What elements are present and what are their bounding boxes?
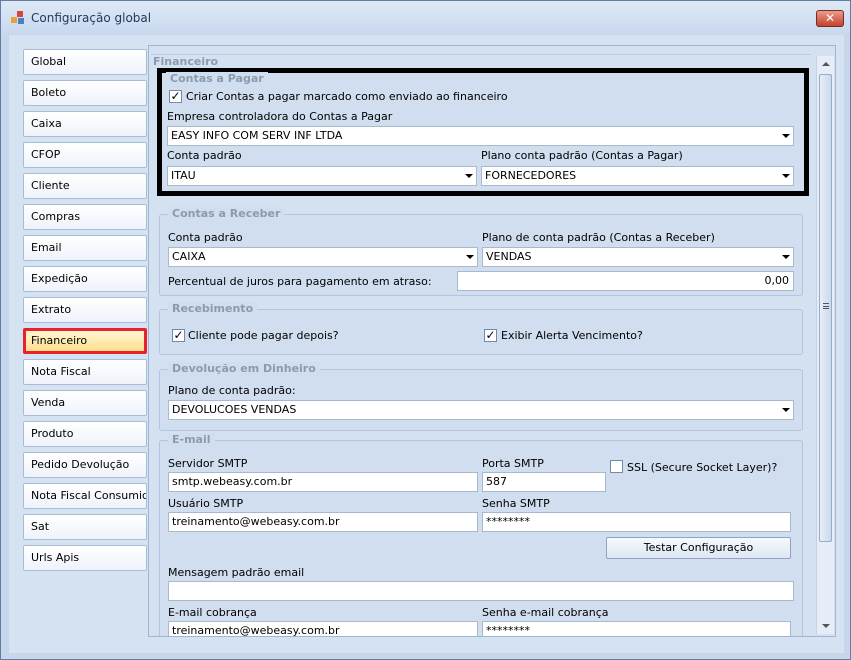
nav-item-produto[interactable]: Produto	[23, 421, 147, 447]
senha-cobranca-input[interactable]: ********	[482, 621, 791, 636]
plano-devolucao-dropdown[interactable]: DEVOLUCOES VENDAS	[168, 400, 794, 420]
alerta-vencimento-label: Exibir Alerta Vencimento?	[501, 329, 643, 342]
title-bar: Configuração global ✕	[1, 1, 850, 35]
nav-item-boleto[interactable]: Boleto	[23, 80, 147, 106]
usuario-smtp-label: Usuário SMTP	[168, 497, 244, 510]
criar-contas-label: Criar Contas a pagar marcado como enviad…	[186, 90, 508, 103]
nav-item-expedicao[interactable]: Expedição	[23, 266, 147, 292]
chevron-down-icon	[782, 408, 790, 412]
nav-item-email[interactable]: Email	[23, 235, 147, 261]
nav-item-global[interactable]: Global	[23, 49, 147, 75]
window-title: Configuração global	[31, 11, 152, 25]
check-icon: ✓	[173, 328, 184, 342]
group-title-contas-pagar: Contas a Pagar	[166, 72, 268, 85]
nav-item-extrato[interactable]: Extrato	[23, 297, 147, 323]
conta-receber-dropdown[interactable]: CAIXA	[168, 247, 478, 267]
plano-pagar-label: Plano conta padrão (Contas a Pagar)	[481, 149, 683, 162]
alerta-vencimento-checkbox[interactable]: ✓	[484, 329, 497, 342]
plano-receber-label: Plano de conta padrão (Contas a Receber)	[482, 231, 715, 244]
group-email: E-mail Servidor SMTP smtp.webeasy.com.br…	[159, 433, 803, 636]
group-title-devolucao: Devolução em Dinheiro	[168, 362, 320, 375]
conta-padrao-dropdown[interactable]: ITAU	[167, 166, 477, 186]
mensagem-label: Mensagem padrão email	[168, 566, 305, 579]
ssl-label: SSL (Secure Socket Layer)?	[627, 461, 778, 474]
plano-pagar-value: FORNECEDORES	[485, 169, 577, 182]
senha-smtp-input[interactable]: ********	[482, 512, 791, 532]
chevron-down-icon	[782, 174, 790, 178]
conta-padrao-label: Conta padrão	[167, 149, 242, 162]
email-cobranca-label: E-mail cobrança	[168, 606, 257, 619]
testar-configuracao-button[interactable]: Testar Configuração	[606, 537, 791, 559]
scroll-up-icon[interactable]	[822, 62, 830, 66]
senha-smtp-label: Senha SMTP	[482, 497, 550, 510]
nav-item-compras[interactable]: Compras	[23, 204, 147, 230]
porta-smtp-label: Porta SMTP	[482, 457, 544, 470]
conta-receber-value: CAIXA	[172, 250, 206, 263]
config-window: Configuração global ✕ Global Boleto Caixa C…	[0, 0, 851, 660]
empresa-label: Empresa controladora do Contas a Pagar	[167, 110, 393, 123]
nav-item-caixa[interactable]: Caixa	[23, 111, 147, 137]
porta-smtp-input[interactable]: 587	[482, 472, 606, 492]
juros-label: Percentual de juros para pagamento em at…	[168, 275, 432, 288]
plano-receber-dropdown[interactable]: VENDAS	[482, 247, 794, 267]
nav-item-venda[interactable]: Venda	[23, 390, 147, 416]
ssl-checkbox[interactable]	[610, 460, 623, 473]
chevron-down-icon	[782, 255, 790, 259]
nav-item-financeiro[interactable]: Financeiro	[23, 328, 147, 354]
check-icon: ✓	[170, 89, 181, 103]
nav-item-urls-apis[interactable]: Urls Apis	[23, 545, 147, 571]
servidor-smtp-input[interactable]: smtp.webeasy.com.br	[168, 472, 478, 492]
financeiro-pane: Financeiro Contas a Pagar ✓ Criar Contas…	[148, 45, 836, 637]
mensagem-input[interactable]	[168, 581, 794, 601]
empresa-dropdown[interactable]: EASY INFO COM SERV INF LTDA	[167, 126, 794, 146]
check-icon: ✓	[485, 328, 496, 342]
usuario-smtp-input[interactable]: treinamento@webeasy.com.br	[168, 512, 478, 532]
senha-cobranca-label: Senha e-mail cobrança	[482, 606, 609, 619]
chevron-down-icon	[782, 134, 790, 138]
nav-item-cfop[interactable]: CFOP	[23, 142, 147, 168]
conta-padrao-value: ITAU	[171, 169, 196, 182]
group-devolucao: Devolução em Dinheiro Plano de conta pad…	[159, 362, 803, 431]
nav-item-nota-fiscal[interactable]: Nota Fiscal	[23, 359, 147, 385]
grip-icon	[823, 303, 829, 309]
scroll-thumb[interactable]	[819, 74, 832, 542]
scroll-down-icon[interactable]	[822, 624, 830, 628]
cliente-pagar-checkbox[interactable]: ✓	[172, 329, 185, 342]
servidor-smtp-label: Servidor SMTP	[168, 457, 248, 470]
vertical-scrollbar[interactable]	[816, 56, 834, 634]
nav-item-sat[interactable]: Sat	[23, 514, 147, 540]
group-title-recebimento: Recebimento	[168, 302, 258, 315]
criar-contas-checkbox[interactable]: ✓	[169, 90, 182, 103]
app-icon	[11, 11, 25, 25]
cliente-pagar-label: Cliente pode pagar depois?	[188, 329, 339, 342]
group-recebimento: Recebimento ✓ Cliente pode pagar depois?…	[159, 302, 803, 355]
group-contas-pagar: Contas a Pagar ✓ Criar Contas a pagar ma…	[157, 68, 809, 196]
close-button[interactable]: ✕	[816, 10, 844, 27]
plano-devolucao-label: Plano de conta padrão:	[168, 384, 296, 397]
nav-item-pedido-devolucao[interactable]: Pedido Devolução	[23, 452, 147, 478]
plano-devolucao-value: DEVOLUCOES VENDAS	[172, 403, 297, 416]
nav-item-cliente[interactable]: Cliente	[23, 173, 147, 199]
client-area: Global Boleto Caixa CFOP Cliente Compras Email…	[9, 35, 844, 653]
email-cobranca-input[interactable]: treinamento@webeasy.com.br	[168, 621, 478, 636]
plano-pagar-dropdown[interactable]: FORNECEDORES	[481, 166, 794, 186]
conta-receber-label: Conta padrão	[168, 231, 243, 244]
group-title-contas-receber: Contas a Receber	[168, 207, 285, 220]
chevron-down-icon	[466, 255, 474, 259]
empresa-value: EASY INFO COM SERV INF LTDA	[171, 129, 343, 142]
group-contas-receber: Contas a Receber Conta padrão CAIXA Plan…	[159, 207, 803, 296]
group-title-email: E-mail	[168, 433, 215, 446]
plano-receber-value: VENDAS	[486, 250, 532, 263]
juros-input[interactable]: 0,00	[457, 271, 794, 291]
chevron-down-icon	[465, 174, 473, 178]
pane-header: Financeiro	[151, 54, 811, 68]
nav-item-nota-fiscal-consumidor[interactable]: Nota Fiscal Consumidor	[23, 483, 147, 509]
